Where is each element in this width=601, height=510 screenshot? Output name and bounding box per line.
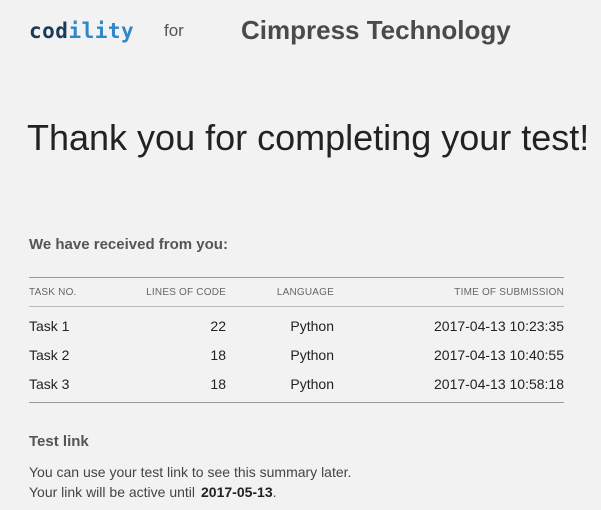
test-link-title: Test link <box>29 433 89 450</box>
expiry-suffix: . <box>272 484 277 500</box>
page-title: Thank you for completing your test! <box>27 117 590 158</box>
cell-lines-of-code: 22 <box>210 317 226 334</box>
cell-language: Python <box>290 375 334 392</box>
column-header-language: LANGUAGE <box>226 277 334 307</box>
cell-lines-of-code: 18 <box>210 375 226 392</box>
cell-language: Python <box>290 317 334 334</box>
column-header-task-no: TASK NO. <box>29 277 139 307</box>
cell-task-no: Task 2 <box>29 346 70 363</box>
company-name: Cimpress Technology <box>241 15 511 45</box>
cell-time-of-submission: 2017-04-13 10:23:35 <box>434 317 564 334</box>
received-heading: We have received from you: <box>29 236 228 253</box>
cell-task-no: Task 3 <box>29 375 70 392</box>
table-header-row: TASK NO. LINES OF CODE LANGUAGE TIME OF … <box>29 277 564 307</box>
test-link-description: You can use your test link to see this s… <box>29 464 352 480</box>
logo-text-part2: ility <box>68 19 135 43</box>
header: codility for Cimpress Technology <box>0 0 601 62</box>
column-header-lines-of-code: LINES OF CODE <box>139 277 226 307</box>
submission-table: TASK NO. LINES OF CODE LANGUAGE TIME OF … <box>29 277 564 403</box>
table-row: Task 1 22 Python 2017-04-13 10:23:35 <box>29 307 564 341</box>
table-row: Task 3 18 Python 2017-04-13 10:58:18 <box>29 369 564 403</box>
codility-logo[interactable]: codility <box>29 19 134 43</box>
logo-text-part1: cod <box>29 19 69 43</box>
cell-task-no: Task 1 <box>29 317 70 334</box>
table-row: Task 2 18 Python 2017-04-13 10:40:55 <box>29 340 564 369</box>
test-link-expiry: Your link will be active until 2017-05-13… <box>29 484 277 500</box>
cell-lines-of-code: 18 <box>210 346 226 363</box>
cell-time-of-submission: 2017-04-13 10:58:18 <box>434 375 564 392</box>
cell-time-of-submission: 2017-04-13 10:40:55 <box>434 346 564 363</box>
expiry-prefix: Your link will be active until <box>29 484 196 500</box>
for-label: for <box>164 21 184 40</box>
column-header-time-of-submission: TIME OF SUBMISSION <box>334 277 564 307</box>
expiry-date: 2017-05-13 <box>201 484 273 500</box>
cell-language: Python <box>290 346 334 363</box>
